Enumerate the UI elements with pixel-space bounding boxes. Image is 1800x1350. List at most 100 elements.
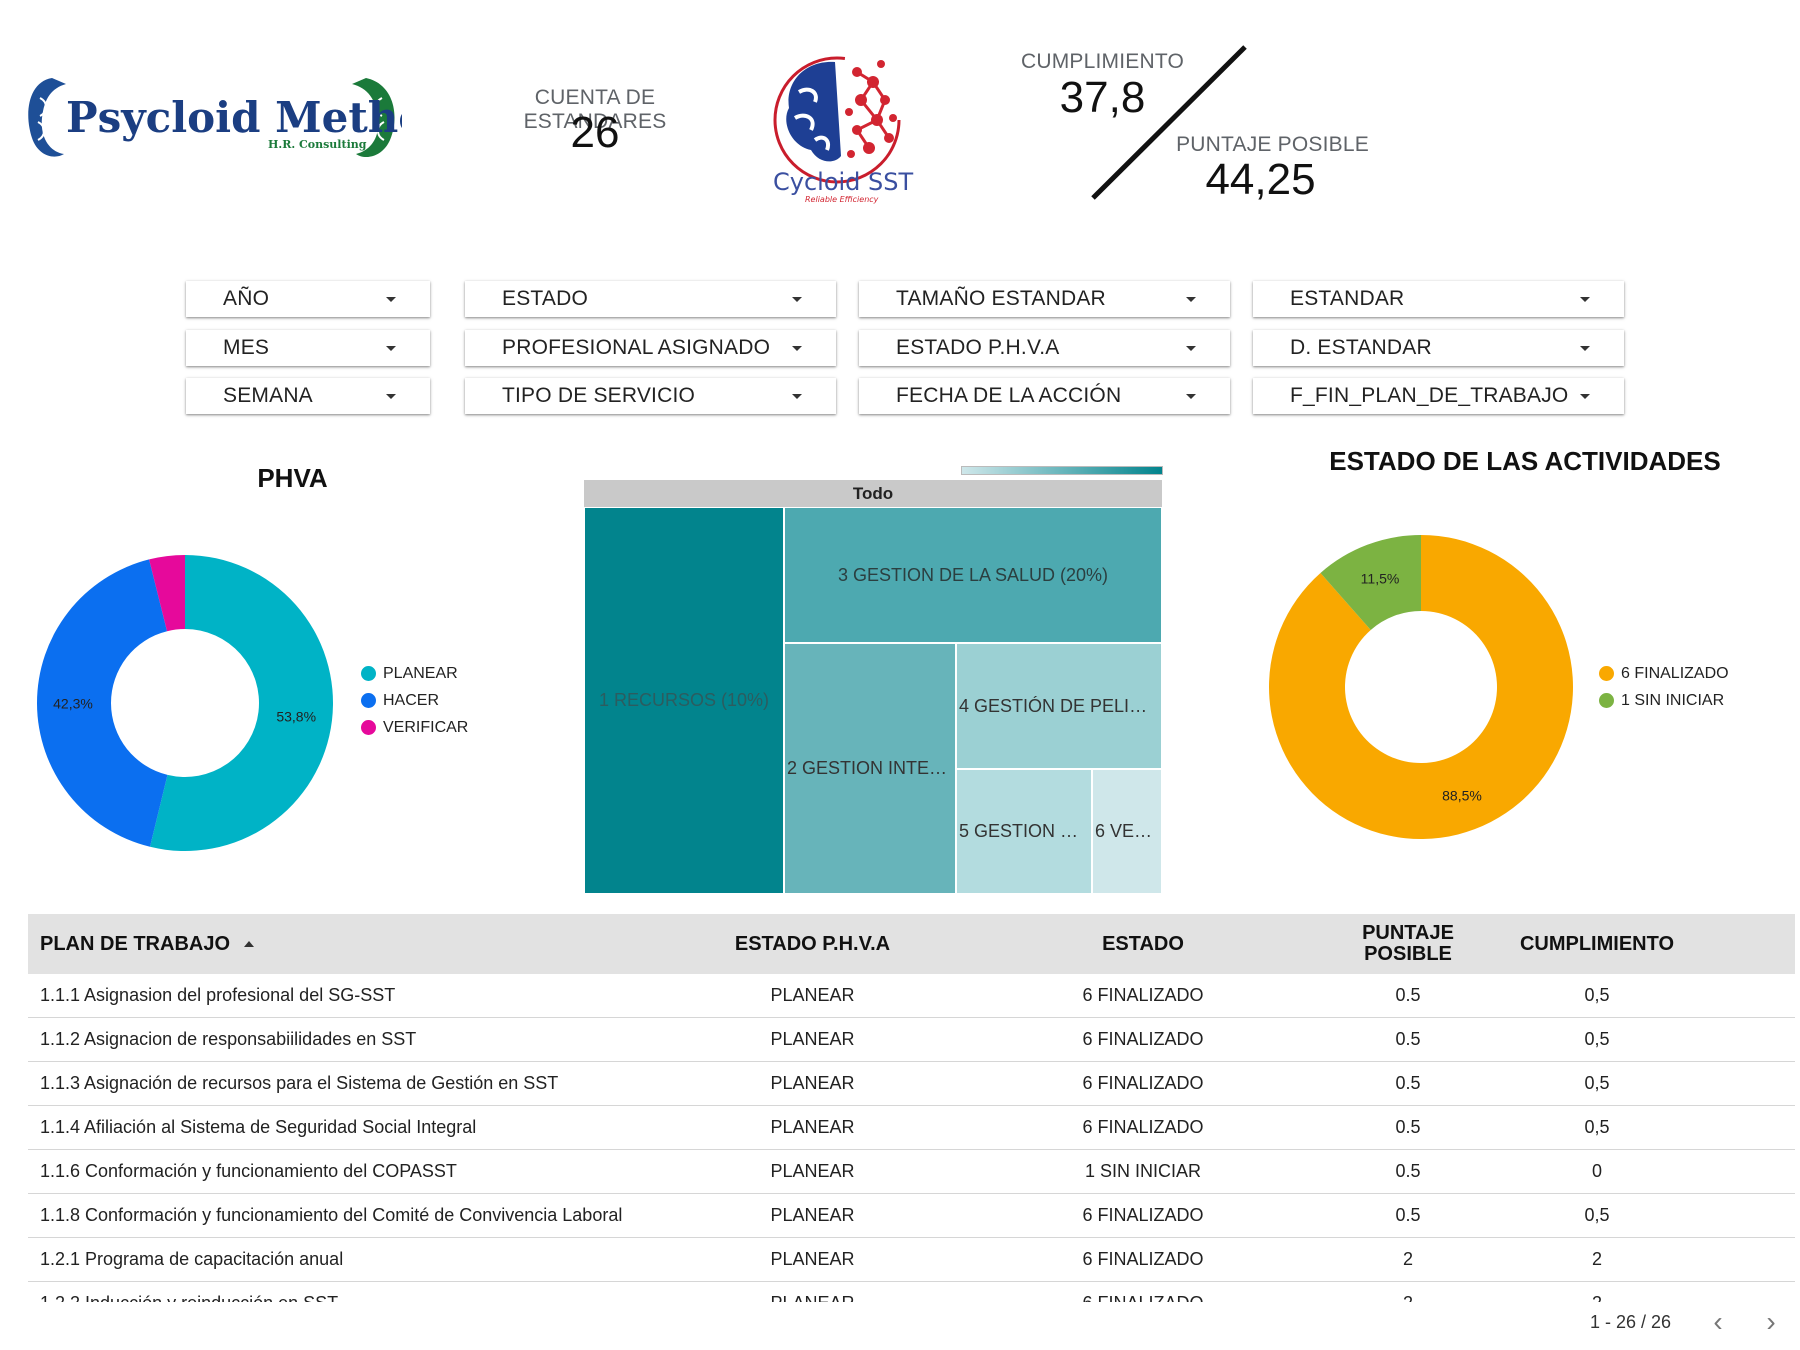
treemap-cell-label: 1 RECURSOS (10%) — [598, 690, 770, 710]
treemap-color-scale — [961, 466, 1163, 475]
filter-f-fin-plan[interactable]: F_FIN_PLAN_DE_TRABAJO — [1253, 378, 1624, 414]
table-cell: 2 — [1402, 1249, 1413, 1269]
table-cell: 1.1.8 Conformación y funcionamiento del … — [40, 1205, 623, 1225]
table-row[interactable]: 1.1.4 Afiliación al Sistema de Seguridad… — [28, 1106, 1795, 1150]
table-row[interactable]: 1.2.2 Inducción y reinducción en SSTPLAN… — [28, 1282, 1795, 1302]
legend-item-sin-iniciar[interactable]: 1 SIN INICIAR — [1599, 687, 1729, 714]
table-cell: 0.5 — [1395, 985, 1421, 1005]
table-cell: PLANEAR — [770, 1073, 855, 1093]
table-cell: 2 — [1473, 1293, 1721, 1302]
legend-item-planear[interactable]: PLANEAR — [361, 660, 468, 687]
treemap-cell-gestion-salud[interactable]: 3 GESTION DE LA SALUD (20%) — [784, 507, 1162, 643]
legend-item-finalizado[interactable]: 6 FINALIZADO — [1599, 660, 1729, 687]
filter-label: TIPO DE SERVICIO — [502, 384, 696, 407]
table-row[interactable]: 1.2.1 Programa de capacitación anual PLAN… — [28, 1238, 1795, 1282]
chevron-left-icon[interactable]: ‹ — [1705, 1308, 1731, 1336]
filter-label: SEMANA — [223, 384, 313, 407]
table-cell: 0.5 — [1395, 1205, 1421, 1225]
treemap-chart: Todo 1 RECURSOS (10%) 3 GESTION DE LA SA… — [584, 480, 1162, 894]
filter-estado[interactable]: ESTADO — [465, 281, 836, 317]
treemap-cell-gestion-peligros[interactable]: 4 GESTIÓN DE PELIGRO... — [956, 643, 1162, 769]
table-cell: 0,5 — [1584, 1073, 1610, 1093]
treemap-cell-label: 4 GESTIÓN DE PELIGRO... — [959, 695, 1161, 716]
table-cell: 6 FINALIZADO — [1082, 1205, 1204, 1225]
treemap-cell-verificacion[interactable]: 6 VERI... — [1092, 769, 1162, 894]
kpi-puntaje-value: 44,25 — [1205, 155, 1316, 204]
filter-ano[interactable]: AÑO — [186, 281, 430, 317]
filter-semana[interactable]: SEMANA — [186, 378, 430, 414]
phva-donut-chart: 53,8% 42,3% — [37, 555, 333, 851]
filter-mes[interactable]: MES — [186, 330, 430, 366]
filter-label: ESTADO P.H.V.A — [896, 336, 1060, 359]
table-cell: PLANEAR — [770, 1029, 855, 1049]
table-row[interactable]: 1.1.6 Conformación y funcionamiento del … — [28, 1150, 1795, 1194]
column-header-plan[interactable]: PLAN DE TRABAJO — [28, 933, 682, 956]
table-row[interactable]: 1.1.3 Asignación de recursos para el Sis… — [28, 1062, 1795, 1106]
table-cell: 0,5 — [1584, 1205, 1610, 1225]
legend-item-hacer[interactable]: HACER — [361, 687, 468, 714]
table-row[interactable]: 1.1.2 Asignacion de responsabiilidades e… — [28, 1018, 1795, 1062]
table-cell: 0,5 — [1584, 1029, 1610, 1049]
estado-donut-chart: 88,5% 11,5% — [1269, 535, 1573, 839]
filter-label: D. ESTANDAR — [1290, 336, 1432, 359]
treemap-cell-gestion-amenazas[interactable]: 5 GESTION DE... — [956, 769, 1092, 894]
treemap-root-header[interactable]: Todo — [584, 480, 1162, 507]
table-body: 1.1.1 Asignasion del profesional del SG-… — [28, 974, 1795, 1302]
legend-swatch — [361, 720, 376, 735]
table-cell: 6 FINALIZADO — [1082, 1117, 1204, 1137]
dropdown-caret-icon — [386, 297, 396, 302]
table-row[interactable]: 1.1.1 Asignasion del profesional del SG-… — [28, 974, 1795, 1018]
chevron-right-icon[interactable]: › — [1758, 1308, 1784, 1336]
logo-wordmark: Psycloid Method — [66, 93, 402, 142]
table-cell: 6 FINALIZADO — [943, 1293, 1343, 1302]
psycloid-method-logo: Psycloid Method H.R. Consulting — [22, 68, 456, 168]
column-header-cumplimiento[interactable]: CUMPLIMIENTO — [1473, 933, 1721, 956]
filter-label: MES — [223, 336, 270, 359]
legend-label: PLANEAR — [383, 664, 458, 682]
legend-label: 1 SIN INICIAR — [1621, 691, 1725, 709]
filter-label: PROFESIONAL ASIGNADO — [502, 336, 771, 359]
table-cell: 1.2.2 Inducción y reinducción en SST — [28, 1293, 682, 1302]
filter-fecha-accion[interactable]: FECHA DE LA ACCIÓN — [859, 378, 1230, 414]
filter-tamano-estandar[interactable]: TAMAÑO ESTANDAR — [859, 281, 1230, 317]
filter-estado-phva[interactable]: ESTADO P.H.V.A — [859, 330, 1230, 366]
phva-chart-title: PHVA — [257, 463, 328, 493]
column-header-estado[interactable]: ESTADO — [943, 933, 1343, 956]
filter-tipo-servicio[interactable]: TIPO DE SERVICIO — [465, 378, 836, 414]
table-cell: 6 FINALIZADO — [1082, 985, 1204, 1005]
treemap-cell-label: 3 GESTION DE LA SALUD (20%) — [837, 564, 1109, 585]
filter-d-estandar[interactable]: D. ESTANDAR — [1253, 330, 1624, 366]
treemap-cell-gestion-integral[interactable]: 2 GESTION INTEGR... — [784, 643, 956, 894]
table-cell: 2 — [1343, 1293, 1473, 1302]
legend-swatch — [361, 693, 376, 708]
sst-logo-tagline: Reliable Efficiency — [805, 195, 879, 204]
table-header-row: PLAN DE TRABAJO ESTADO P.H.V.A ESTADO PU… — [28, 914, 1795, 974]
table-cell: 1.1.1 Asignasion del profesional del SG-… — [40, 985, 396, 1005]
table-cell: 6 FINALIZADO — [1082, 1029, 1204, 1049]
filter-label: FECHA DE LA ACCIÓN — [896, 384, 1122, 407]
filter-label: TAMAÑO ESTANDAR — [896, 287, 1106, 310]
table-cell: 1.1.3 Asignación de recursos para el Sis… — [40, 1073, 559, 1093]
column-header-puntaje[interactable]: PUNTAJE POSIBLE — [1343, 923, 1473, 965]
filter-profesional-asignado[interactable]: PROFESIONAL ASIGNADO — [465, 330, 836, 366]
legend-label: VERIFICAR — [383, 718, 469, 736]
legend-item-verificar[interactable]: VERIFICAR — [361, 714, 468, 741]
kpi-estandares-value: 26 — [570, 108, 620, 157]
dropdown-caret-icon — [386, 346, 396, 351]
cycloid-sst-logo: Cycloid SST Reliable Efficiency — [765, 42, 915, 212]
logo-tagline: H.R. Consulting — [268, 138, 367, 151]
column-header-estado-phva[interactable]: ESTADO P.H.V.A — [682, 933, 943, 956]
filter-estandar[interactable]: ESTANDAR — [1253, 281, 1624, 317]
legend-label: 6 FINALIZADO — [1621, 664, 1729, 682]
dropdown-caret-icon — [1186, 346, 1196, 351]
sst-logo-wordmark: Cycloid SST — [773, 168, 914, 196]
filter-label: ESTADO — [502, 287, 588, 310]
table-row[interactable]: 1.1.8 Conformación y funcionamiento del … — [28, 1194, 1795, 1238]
table-cell: 1 SIN INICIAR — [1084, 1161, 1202, 1181]
table-cell: 1.1.2 Asignacion de responsabiilidades e… — [40, 1029, 417, 1049]
treemap-cell-label: 6 VERI... — [1095, 821, 1161, 841]
donut-data-label: 11,5% — [1361, 570, 1400, 586]
treemap-cell-recursos[interactable]: 1 RECURSOS (10%) — [584, 507, 784, 894]
filter-label: AÑO — [223, 287, 270, 310]
table-cell: 0 — [1591, 1161, 1602, 1181]
